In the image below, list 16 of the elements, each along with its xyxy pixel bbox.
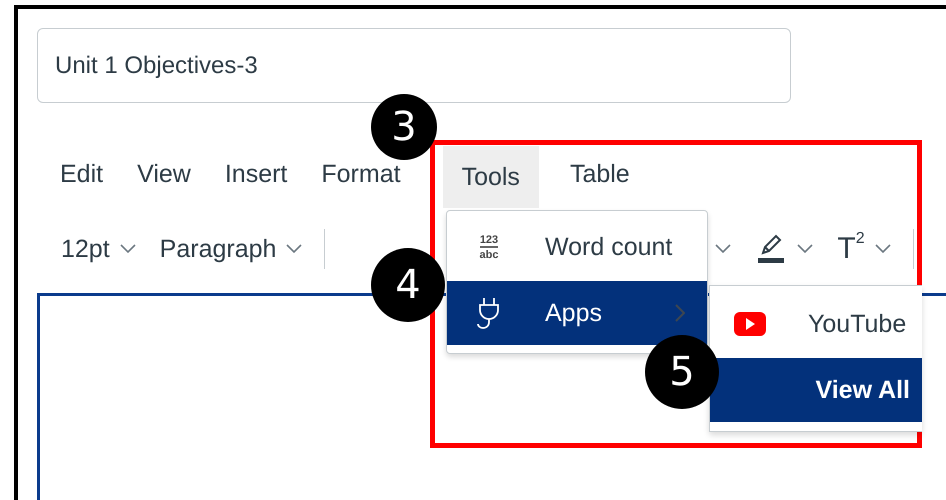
menu-option[interactable]: View All [710, 358, 922, 422]
menu-item[interactable]: Edit [60, 162, 104, 186]
step-number: 3 [371, 94, 437, 160]
menu-item[interactable]: Table [570, 162, 630, 186]
menu-item[interactable]: View [137, 162, 191, 186]
dropdown-button[interactable]: Paragraph [148, 224, 314, 274]
dropdown-button[interactable]: 12pt [49, 224, 148, 274]
menu-option[interactable]: 123 abc Word count [447, 214, 707, 281]
superscript-label: T$^{2}$ [837, 232, 865, 266]
menu-item[interactable]: Format [321, 162, 401, 186]
superscript-button[interactable]: T$^{2}$ [825, 224, 903, 274]
menu-item[interactable]: Tools [442, 146, 539, 208]
title-field[interactable]: Unit 1 Objectives-3 [37, 28, 791, 103]
menu-item[interactable]: Insert [224, 162, 288, 186]
step-number: 4 [371, 248, 445, 322]
menu-option[interactable]: Apps [447, 281, 707, 345]
